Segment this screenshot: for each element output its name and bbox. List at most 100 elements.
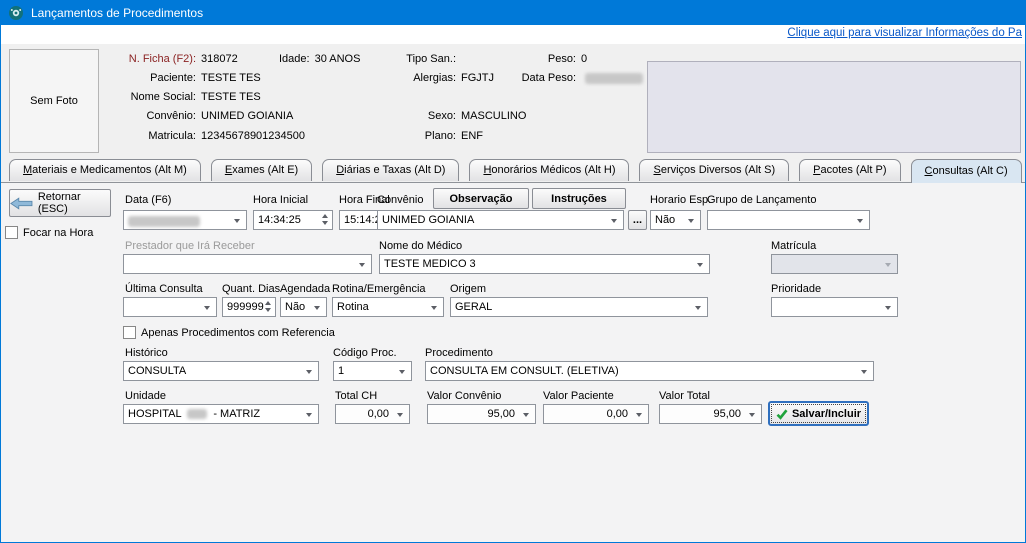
- dropdown-arrow-icon: [523, 413, 529, 417]
- plano-label: Plano:: [371, 130, 456, 142]
- agendada-label: Agendada: [280, 283, 330, 295]
- observacao-button[interactable]: Observação: [433, 188, 529, 209]
- retornar-button[interactable]: Retornar (ESC): [9, 189, 111, 217]
- paciente-value: TESTE TES: [201, 72, 261, 84]
- notes-panel: [647, 61, 1021, 153]
- horario-esp-combo[interactable]: Não: [650, 210, 701, 230]
- valor-paciente-field[interactable]: 0,00: [543, 404, 649, 424]
- alergias-label: Alergias:: [371, 72, 456, 84]
- convenio-combo[interactable]: UNIMED GOIANIA: [377, 210, 624, 230]
- dropdown-arrow-icon: [885, 306, 891, 310]
- procedimento-label: Procedimento: [425, 347, 493, 359]
- quant-dias-label: Quant. Dias: [222, 283, 280, 295]
- tab-consultas[interactable]: Consultas (Alt C): [911, 159, 1022, 183]
- dropdown-arrow-icon: [636, 413, 642, 417]
- checkbox-box: [5, 226, 18, 239]
- convenio-more-button[interactable]: ...: [628, 210, 647, 230]
- historico-combo[interactable]: CONSULTA: [123, 361, 319, 381]
- nome-social-label: Nome Social:: [31, 91, 196, 103]
- valor-total-field[interactable]: 95,00: [659, 404, 762, 424]
- instrucoes-button[interactable]: Instruções: [532, 188, 626, 209]
- dropdown-arrow-icon: [234, 219, 240, 223]
- sexo-label: Sexo:: [371, 110, 456, 122]
- dropdown-arrow-icon: [397, 413, 403, 417]
- unidade-combo[interactable]: HOSPITAL - MATRIZ: [123, 404, 319, 424]
- dropdown-arrow-icon: [431, 306, 437, 310]
- plano-value: ENF: [461, 130, 483, 142]
- dropdown-arrow-icon: [399, 370, 405, 374]
- grupo-lancamento-combo[interactable]: [707, 210, 870, 230]
- dropdown-arrow-icon: [885, 263, 891, 267]
- patient-matricula-row: Matricula: 12345678901234500: [31, 130, 305, 144]
- focar-na-hora-checkbox[interactable]: Focar na Hora: [5, 226, 93, 239]
- codigo-proc-combo[interactable]: 1: [333, 361, 412, 381]
- checkbox-box: [123, 326, 136, 339]
- apenas-referencia-checkbox[interactable]: Apenas Procedimentos com Referencia: [123, 326, 335, 339]
- procedimento-combo[interactable]: CONSULTA EM CONSULT. (ELETIVA): [425, 361, 874, 381]
- prestador-label: Prestador que Irá Receber: [125, 240, 255, 252]
- tab-exames[interactable]: Exames (Alt E): [211, 159, 312, 181]
- origem-combo[interactable]: GERAL: [450, 297, 708, 317]
- data-f6-combo[interactable]: [123, 210, 247, 230]
- tab-pacotes[interactable]: Pacotes (Alt P): [799, 159, 900, 181]
- agendada-combo[interactable]: Não: [280, 297, 327, 317]
- hora-inicial-field[interactable]: 14:34:25: [253, 210, 333, 230]
- title-bar: Lançamentos de Procedimentos: [1, 1, 1025, 25]
- patient-nome-social-row: Nome Social:TESTE TES: [31, 91, 261, 105]
- codigo-proc-label: Código Proc.: [333, 347, 397, 359]
- dropdown-arrow-icon: [306, 370, 312, 374]
- rotina-emergencia-label: Rotina/Emergência: [332, 283, 426, 295]
- nome-medico-label: Nome do Médico: [379, 240, 462, 252]
- matricula-label: Matricula:: [31, 130, 196, 142]
- hora-inicial-label: Hora Inicial: [253, 194, 308, 206]
- check-icon: [776, 408, 788, 420]
- ultima-consulta-combo[interactable]: [123, 297, 217, 317]
- valor-convenio-label: Valor Convênio: [427, 390, 501, 402]
- rotina-emergencia-combo[interactable]: Rotina: [332, 297, 444, 317]
- patient-peso-row: Peso:0: [493, 53, 587, 67]
- patient-tipo-san-row: Tipo San.:: [371, 53, 461, 67]
- tab-servicos-diversos[interactable]: Serviços Diversos (Alt S): [639, 159, 789, 181]
- matricula-combo: [771, 254, 898, 274]
- dropdown-arrow-icon: [314, 306, 320, 310]
- time-spinner[interactable]: [322, 214, 328, 225]
- prioridade-label: Prioridade: [771, 283, 821, 295]
- ficha-value: 318072: [201, 53, 238, 65]
- idade-label: Idade:: [279, 53, 310, 65]
- link-bar: Clique aqui para visualizar Informações …: [1, 25, 1025, 44]
- patient-sexo-row: Sexo:MASCULINO: [371, 110, 526, 124]
- tipo-san-label: Tipo San.:: [371, 53, 456, 65]
- nome-medico-combo[interactable]: TESTE MEDICO 3: [379, 254, 710, 274]
- unidade-redacted-segment: [187, 409, 207, 419]
- data-peso-label: Data Peso:: [481, 72, 576, 84]
- valor-total-label: Valor Total: [659, 390, 710, 402]
- patient-idade-row: Idade:30 ANOS: [279, 53, 360, 67]
- patient-alergias-row: Alergias:FGJTJ: [371, 72, 494, 86]
- convenio-label: Convênio:: [31, 110, 196, 122]
- matricula-form-label: Matrícula: [771, 240, 816, 252]
- salvar-incluir-button[interactable]: Salvar/Incluir: [768, 401, 869, 426]
- patient-info-link[interactable]: Clique aqui para visualizar Informações …: [787, 27, 1022, 39]
- peso-value: 0: [581, 53, 587, 65]
- total-ch-field[interactable]: 0,00: [335, 404, 410, 424]
- prestador-combo[interactable]: [123, 254, 372, 274]
- paciente-label: Paciente:: [31, 72, 196, 84]
- valor-convenio-field[interactable]: 95,00: [427, 404, 536, 424]
- patient-convenio-row: Convênio:UNIMED GOIANIA: [31, 110, 293, 124]
- dropdown-arrow-icon: [857, 219, 863, 223]
- ultima-consulta-label: Última Consulta: [125, 283, 203, 295]
- patient-data-peso-row: Data Peso:: [481, 72, 643, 86]
- tab-materiais-medicamentos[interactable]: Materiais e Medicamentos (Alt M): [9, 159, 201, 181]
- matricula-value: 12345678901234500: [201, 130, 305, 142]
- patient-plano-row: Plano: ENF: [371, 130, 483, 144]
- tab-honorarios-medicos[interactable]: Honorários Médicos (Alt H): [469, 159, 629, 181]
- tab-diarias-taxas[interactable]: Diárias e Taxas (Alt D): [322, 159, 459, 181]
- prioridade-combo[interactable]: [771, 297, 898, 317]
- quant-dias-spinner[interactable]: [265, 301, 271, 312]
- horario-esp-label: Horario Esp.: [650, 194, 711, 206]
- convenio-form-label: Convênio: [377, 194, 423, 206]
- quant-dias-field[interactable]: 999999: [222, 297, 276, 317]
- dropdown-arrow-icon: [695, 306, 701, 310]
- total-ch-label: Total CH: [335, 390, 377, 402]
- back-arrow-icon: [10, 197, 33, 210]
